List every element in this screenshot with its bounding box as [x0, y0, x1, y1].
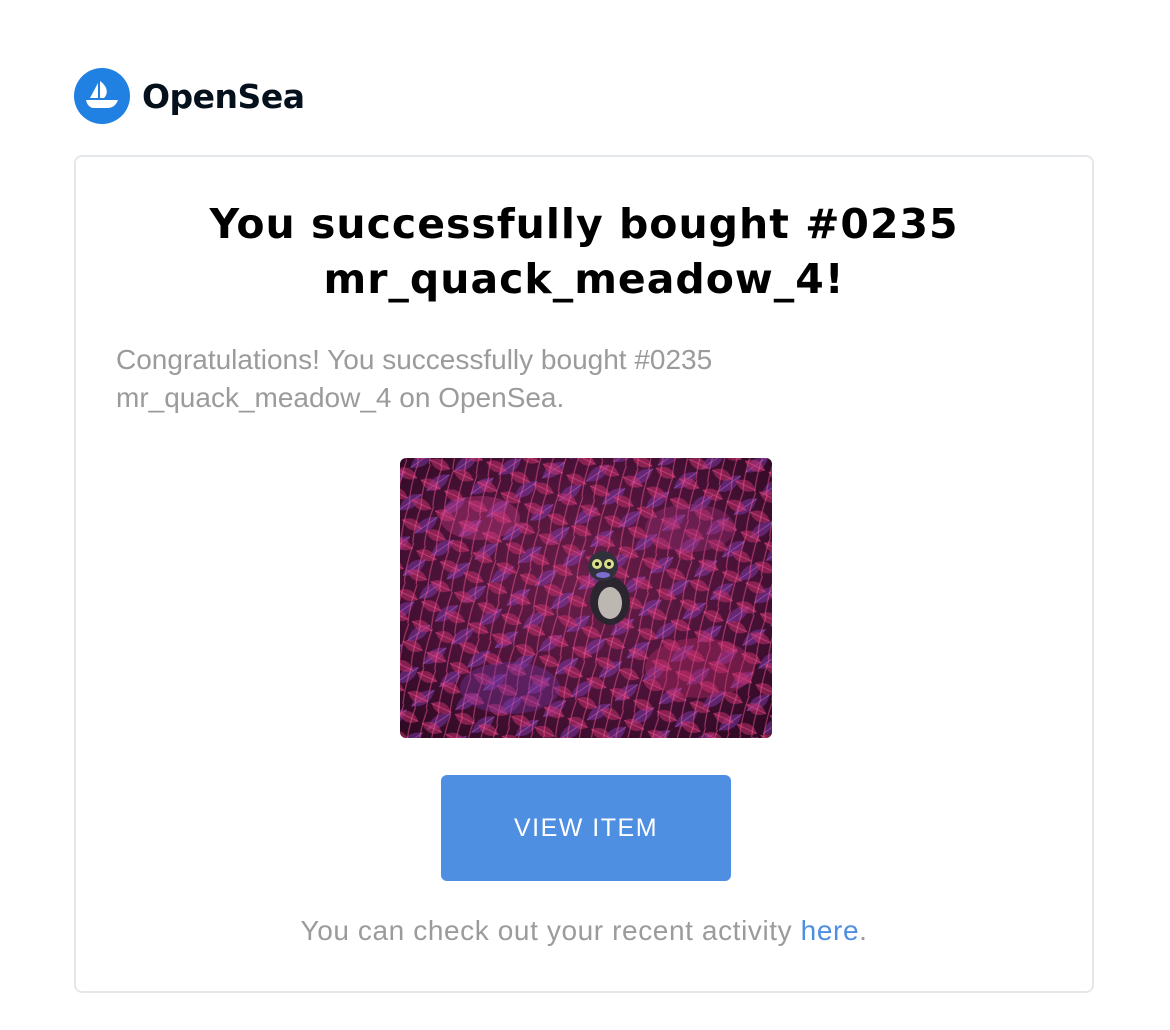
boat-icon [86, 81, 118, 108]
view-item-button[interactable]: VIEW ITEM [441, 775, 731, 881]
opensea-logo-icon[interactable] [74, 68, 130, 124]
email-title: You successfully bought #0235 mr_quack_m… [76, 197, 1092, 307]
email-header: OpenSea [74, 68, 305, 124]
recent-activity-link[interactable]: here [801, 915, 859, 946]
brand-name[interactable]: OpenSea [142, 77, 305, 116]
footer-prefix: You can check out your recent activity [300, 915, 801, 946]
title-line-1: You successfully bought #0235 [209, 200, 959, 248]
message-line-1: Congratulations! You successfully bought… [116, 344, 713, 375]
footer-suffix: . [859, 915, 868, 946]
title-line-2: mr_quack_meadow_4! [323, 255, 845, 303]
recent-activity-note: You can check out your recent activity h… [76, 915, 1092, 947]
congratulations-message: Congratulations! You successfully bought… [116, 341, 836, 417]
message-line-2: mr_quack_meadow_4 on OpenSea. [116, 382, 565, 413]
email-page: OpenSea You successfully bought #0235 mr… [0, 0, 1170, 1030]
email-card: You successfully bought #0235 mr_quack_m… [74, 155, 1094, 993]
nft-artwork-image[interactable] [400, 458, 772, 738]
